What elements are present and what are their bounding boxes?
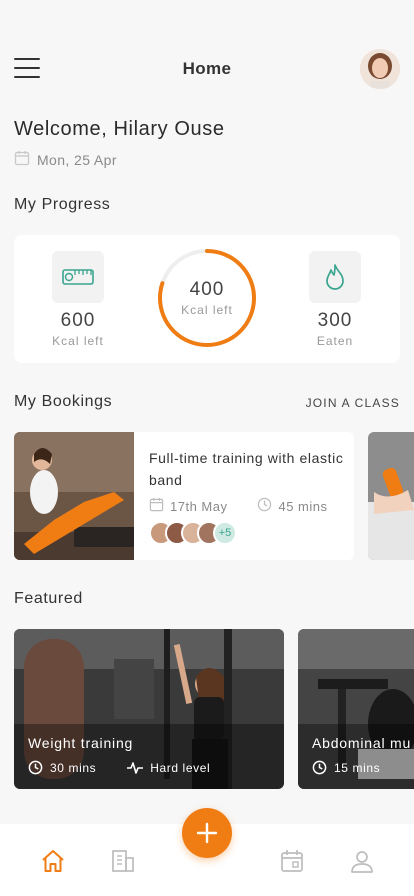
activity-icon bbox=[126, 760, 144, 775]
home-icon[interactable] bbox=[38, 846, 68, 876]
calendar-icon bbox=[149, 497, 164, 515]
featured-title: Abdominal mu bbox=[312, 735, 412, 751]
featured-duration: 15 mins bbox=[334, 760, 381, 775]
booking-image bbox=[14, 432, 134, 560]
plus-icon bbox=[196, 822, 218, 844]
featured-meta: 30 mins Hard level bbox=[28, 760, 210, 775]
calendar-icon bbox=[14, 150, 30, 169]
kcal-left-stat: 600 Kcal left bbox=[28, 251, 128, 348]
clock-icon bbox=[28, 760, 43, 775]
bookings-section-title: My Bookings bbox=[14, 393, 113, 410]
booking-date: 17th May bbox=[170, 498, 228, 514]
measuring-tape-icon bbox=[52, 251, 104, 303]
featured-meta: 15 mins bbox=[312, 760, 380, 775]
booking-card[interactable]: Full-time training with elastic band 17t… bbox=[14, 432, 354, 560]
welcome-text: Welcome, Hilary Ouse bbox=[14, 118, 225, 140]
flame-icon bbox=[309, 251, 361, 303]
progress-card: 600 Kcal left 400 Kcal left 300 Eaten bbox=[14, 235, 400, 363]
featured-title: Weight training bbox=[28, 735, 134, 751]
booking-duration: 45 mins bbox=[278, 498, 328, 514]
more-participants-badge: +5 bbox=[213, 521, 237, 545]
clock-icon bbox=[312, 760, 327, 775]
kcal-left-value: 600 bbox=[60, 310, 96, 331]
featured-level: Hard level bbox=[150, 760, 211, 775]
featured-card[interactable]: Weight training 30 mins Hard level bbox=[14, 629, 284, 789]
user-avatar[interactable] bbox=[360, 49, 400, 89]
eaten-stat: 300 Eaten bbox=[285, 251, 385, 348]
booking-card-next[interactable] bbox=[368, 432, 414, 560]
booking-meta: 17th May 45 mins bbox=[149, 497, 328, 515]
featured-duration: 30 mins bbox=[50, 760, 97, 775]
building-icon[interactable] bbox=[108, 846, 138, 876]
join-class-link[interactable]: JOIN A CLASS bbox=[306, 396, 400, 410]
profile-icon[interactable] bbox=[347, 846, 377, 876]
featured-section-title: Featured bbox=[14, 590, 83, 607]
clock-icon bbox=[257, 497, 272, 515]
ring-center-text: 400 Kcal left bbox=[156, 279, 258, 317]
progress-section-title: My Progress bbox=[14, 196, 111, 213]
booking-title: Full-time training with elastic band bbox=[149, 450, 344, 488]
page-title: Home bbox=[182, 59, 232, 78]
current-date: Mon, 25 Apr bbox=[37, 151, 117, 168]
featured-card[interactable]: Abdominal mu 15 mins bbox=[298, 629, 414, 789]
calendar-icon[interactable] bbox=[277, 846, 307, 876]
ring-kcal-value: 400 bbox=[189, 279, 225, 300]
eaten-label: Eaten bbox=[316, 334, 354, 348]
eaten-value: 300 bbox=[317, 310, 353, 331]
participant-avatars: +5 bbox=[149, 521, 237, 545]
app-header: Home bbox=[0, 44, 414, 94]
date-row: Mon, 25 Apr bbox=[14, 150, 117, 169]
ring-kcal-label: Kcal left bbox=[181, 303, 233, 317]
add-button[interactable] bbox=[182, 808, 232, 858]
kcal-left-label: Kcal left bbox=[52, 334, 104, 348]
